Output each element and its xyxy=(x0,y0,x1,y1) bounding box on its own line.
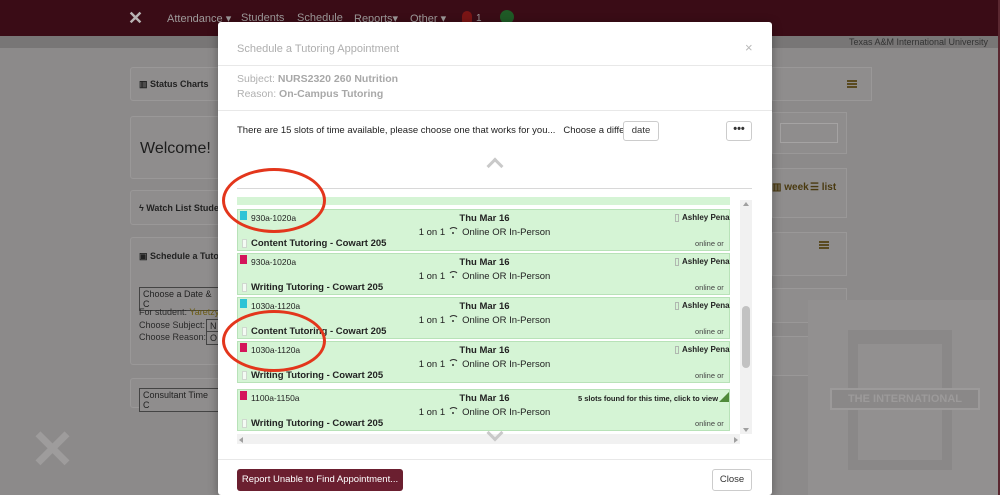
scroll-arrow-down-icon[interactable] xyxy=(743,428,749,432)
slot-item[interactable]: 1030a-1120a Thu Mar 16 1 on 1 Online OR I… xyxy=(237,341,730,383)
slot-item[interactable]: 1030a-1120a Thu Mar 16 1 on 1 Online OR I… xyxy=(237,297,730,339)
document-icon xyxy=(242,283,247,292)
slot-location: online or xyxy=(695,371,724,380)
welcome-heading: Welcome! xyxy=(140,140,211,157)
slot-location: online or xyxy=(695,283,724,292)
watermark-band: THE INTERNATIONAL xyxy=(830,388,980,410)
slot-mode: 1 on 1 Online OR In-Person xyxy=(418,271,551,282)
slot-item[interactable]: 1100a-1150a Thu Mar 16 1 on 1 Online OR I… xyxy=(237,389,730,431)
person-icon xyxy=(675,302,679,310)
calendar-view-panel xyxy=(772,168,847,218)
reason-line: Reason: On-Campus Tutoring xyxy=(237,88,384,100)
slot-location: online or xyxy=(695,239,724,248)
report-unable-button[interactable]: Report Unable to Find Appointment... xyxy=(237,469,403,491)
right-panel-3 xyxy=(772,232,847,276)
slot-date: Thu Mar 16 xyxy=(459,257,510,268)
person-icon xyxy=(675,258,679,266)
divider xyxy=(218,65,772,66)
slot-mode: 1 on 1 Online OR In-Person xyxy=(418,315,551,326)
watch-list-title[interactable]: ϟ Watch List Studen xyxy=(139,203,224,213)
slot-location: online or xyxy=(695,327,724,336)
schedule-appointment-modal: Schedule a Tutoring Appointment × Subjec… xyxy=(218,22,772,495)
slot-title: Content Tutoring - Cowart 205 xyxy=(251,238,387,249)
person-icon xyxy=(675,214,679,222)
wifi-icon xyxy=(448,315,460,322)
menu-icon-2[interactable] xyxy=(819,241,829,249)
more-options-button[interactable]: ••• xyxy=(726,121,752,141)
slots-available-text: There are 15 slots of time available, pl… xyxy=(237,125,641,136)
slot-date: Thu Mar 16 xyxy=(459,213,510,224)
divider xyxy=(218,459,772,460)
scrollbar-thumb[interactable] xyxy=(742,306,750,368)
consultant-time-select[interactable]: Consultant Time C xyxy=(139,388,219,412)
schedule-panel-title[interactable]: ▣ Schedule a Tuto xyxy=(139,251,219,262)
close-button[interactable]: Close xyxy=(712,469,752,491)
document-icon xyxy=(242,327,247,336)
week-tab[interactable]: ▥ week xyxy=(772,182,809,193)
slots-found-link[interactable]: 5 slots found for this time, click to vi… xyxy=(578,394,718,403)
right-panel-1 xyxy=(772,67,872,101)
slot-title: Writing Tutoring - Cowart 205 xyxy=(251,370,384,381)
slot-date: Thu Mar 16 xyxy=(459,345,510,356)
slot-mode: 1 on 1 Online OR In-Person xyxy=(418,227,551,238)
modal-title: Schedule a Tutoring Appointment xyxy=(237,43,400,55)
choose-reason-label: Choose Reason: xyxy=(139,332,207,342)
slot-item[interactable]: 930a-1020a Thu Mar 16 1 on 1 Online OR In… xyxy=(237,253,730,295)
for-student-label: For student: Yaretzy xyxy=(139,307,220,317)
person-icon xyxy=(675,346,679,354)
document-icon xyxy=(242,371,247,380)
slot-tutor: Ashley Pena xyxy=(682,345,730,354)
slot-partial xyxy=(237,197,730,205)
right-search-input[interactable] xyxy=(780,123,838,143)
slot-title: Writing Tutoring - Cowart 205 xyxy=(251,418,384,429)
watermark-logo-icon: ✕ xyxy=(29,420,76,480)
slot-title: Writing Tutoring - Cowart 205 xyxy=(251,282,384,293)
scroll-arrow-up-icon[interactable] xyxy=(743,202,749,206)
scroll-arrow-left-icon[interactable] xyxy=(239,437,243,443)
divider xyxy=(218,110,772,111)
wifi-icon xyxy=(448,359,460,366)
institution-name: Texas A&M International University xyxy=(848,37,988,47)
slot-mode: 1 on 1 Online OR In-Person xyxy=(418,359,551,370)
slot-title: Content Tutoring - Cowart 205 xyxy=(251,326,387,337)
slot-tutor: Ashley Pena xyxy=(682,257,730,266)
slot-tutor: Ashley Pena xyxy=(682,213,730,222)
choose-subject-label: Choose Subject: xyxy=(139,320,206,330)
subject-line: Subject: NURS2320 260 Nutrition xyxy=(237,73,399,85)
scroll-arrow-right-icon[interactable] xyxy=(734,437,738,443)
menu-icon[interactable] xyxy=(847,80,857,88)
document-icon xyxy=(242,419,247,428)
slot-tutor: Ashley Pena xyxy=(682,301,730,310)
modal-close-icon[interactable]: × xyxy=(745,40,753,55)
status-charts-title[interactable]: ▥ Status Charts xyxy=(139,79,209,90)
app-logo-icon[interactable]: ✕ xyxy=(128,8,148,28)
slot-item[interactable]: 930a-1020a Thu Mar 16 1 on 1 Online OR In… xyxy=(237,209,730,251)
slot-date: Thu Mar 16 xyxy=(459,301,510,312)
wifi-icon xyxy=(448,407,460,414)
vertical-scrollbar[interactable] xyxy=(740,200,752,434)
slot-list[interactable]: 930a-1020a Thu Mar 16 1 on 1 Online OR In… xyxy=(237,188,752,446)
wifi-icon xyxy=(448,271,460,278)
expand-corner-icon[interactable] xyxy=(719,392,729,402)
list-tab[interactable]: ☰ list xyxy=(810,182,836,193)
wifi-icon xyxy=(448,227,460,234)
scroll-up-chevron-icon[interactable] xyxy=(486,157,504,175)
choose-date-button[interactable]: date xyxy=(623,121,659,141)
slot-location: online or xyxy=(695,419,724,428)
slot-mode: 1 on 1 Online OR In-Person xyxy=(418,407,551,418)
document-icon xyxy=(242,239,247,248)
